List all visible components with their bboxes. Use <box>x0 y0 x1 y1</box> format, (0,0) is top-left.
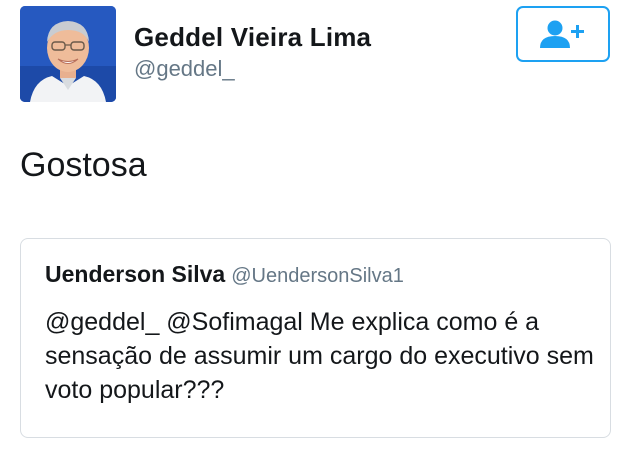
avatar[interactable] <box>20 6 116 102</box>
author-display-name[interactable]: Geddel Vieira Lima <box>134 22 371 53</box>
quoted-tweet-header: Uenderson Silva @UendersonSilva1 <box>45 261 404 288</box>
add-user-icon <box>540 20 584 48</box>
author-handle[interactable]: @geddel_ <box>134 56 235 82</box>
tweet-text: Gostosa <box>20 146 147 184</box>
follow-button[interactable] <box>516 6 610 62</box>
quoted-tweet-text: @geddel_ @Sofimagal Me explica como é a … <box>45 308 594 404</box>
quoted-author-handle: @UendersonSilva1 <box>231 265 404 287</box>
quoted-author-display-name: Uenderson Silva <box>45 261 226 287</box>
quoted-tweet-card[interactable]: Uenderson Silva @UendersonSilva1 @geddel_… <box>20 238 611 438</box>
avatar-photo-icon <box>20 6 116 102</box>
tweet: Geddel Vieira Lima @geddel_ Gostosa Uend… <box>0 0 634 453</box>
